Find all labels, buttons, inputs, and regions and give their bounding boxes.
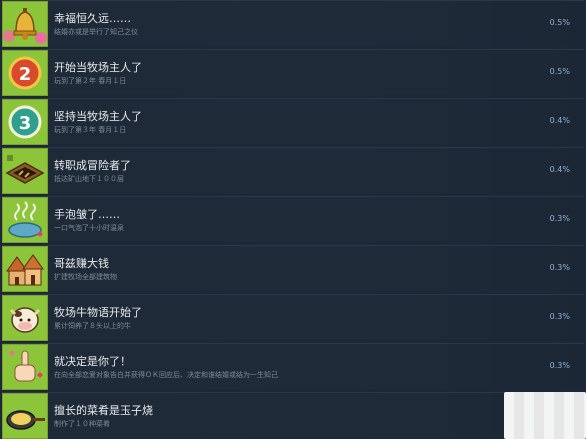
achievement-title: 幸福恒久远……: [54, 12, 131, 25]
achievement-description: 在向全部恋爱对象告白并获得ＯＫ回应后、决定和谁结婚或结为一生知己: [54, 371, 278, 379]
watermark-overlay: [504, 392, 586, 439]
achievement-unlock-percent: 0.3%: [549, 263, 570, 272]
achievement-title: 就决定是你了！: [54, 355, 131, 368]
bell-icon: [2, 1, 48, 47]
achievement-title: 哥兹赚大钱: [54, 257, 109, 270]
number-3-icon: 3: [2, 99, 48, 145]
achievement-row[interactable]: 擅长的菜肴是玉子烧 制作了１０种菜肴: [2, 392, 584, 439]
mine-ladder-icon: [2, 148, 48, 194]
achievement-description: 制作了１０种菜肴: [54, 420, 110, 428]
achievement-description: 累计饲养了８头以上的牛: [54, 322, 131, 330]
achievement-unlock-percent: 0.3%: [549, 214, 570, 223]
cow-icon: [2, 295, 48, 341]
achievement-unlock-percent: 0.3%: [549, 312, 570, 321]
achievement-unlock-percent: 0.3%: [549, 361, 570, 370]
achievement-title: 牧场牛物语开始了: [54, 306, 142, 319]
achievement-row[interactable]: 就决定是你了！ 在向全部恋爱对象告白并获得ＯＫ回应后、决定和谁结婚或结为一生知己…: [2, 343, 584, 390]
frying-pan-icon: [2, 393, 48, 439]
achievement-title: 开始当牧场主人了: [54, 61, 142, 74]
pointing-hand-icon: [2, 344, 48, 390]
achievement-row[interactable]: 幸福恒久远…… 结婚亦或是举行了知己之仪 0.5%: [2, 0, 584, 47]
achievement-description: 结婚亦或是举行了知己之仪: [54, 28, 138, 36]
achievement-title: 手泡皱了……: [54, 208, 120, 221]
achievement-description: 抵达矿山地下１００层: [54, 175, 124, 183]
achievement-row[interactable]: 3 坚持当牧场主人了 玩到了第３年 春月１日 0.4%: [2, 98, 584, 145]
svg-text:2: 2: [19, 64, 32, 85]
achievement-unlock-percent: 0.4%: [549, 116, 570, 125]
farm-buildings-icon: [2, 246, 48, 292]
svg-text:3: 3: [19, 113, 32, 134]
achievement-row[interactable]: 手泡皱了…… 一口气泡了十小时温泉 0.3%: [2, 196, 584, 243]
achievement-unlock-percent: 0.5%: [549, 67, 570, 76]
achievement-description: 玩到了第２年 春月１日: [54, 77, 127, 85]
achievement-row[interactable]: 牧场牛物语开始了 累计饲养了８头以上的牛 0.3%: [2, 294, 584, 341]
achievement-row[interactable]: 哥兹赚大钱 扩建牧场全部建筑物 0.3%: [2, 245, 584, 292]
achievement-unlock-percent: 0.5%: [549, 18, 570, 27]
achievement-title: 擅长的菜肴是玉子烧: [54, 404, 153, 417]
achievement-title: 转职成冒险者了: [54, 159, 131, 172]
achievement-list: 幸福恒久远…… 结婚亦或是举行了知己之仪 0.5% 2 开始当牧场主人了 玩到了…: [0, 0, 586, 439]
hot-spring-icon: [2, 197, 48, 243]
achievement-description: 一口气泡了十小时温泉: [54, 224, 124, 232]
achievement-row[interactable]: 2 开始当牧场主人了 玩到了第２年 春月１日 0.5%: [2, 49, 584, 96]
number-2-icon: 2: [2, 50, 48, 96]
achievement-title: 坚持当牧场主人了: [54, 110, 142, 123]
achievement-row[interactable]: 转职成冒险者了 抵达矿山地下１００层 0.4%: [2, 147, 584, 194]
achievement-description: 玩到了第３年 春月１日: [54, 126, 127, 134]
achievement-description: 扩建牧场全部建筑物: [54, 273, 117, 281]
achievement-unlock-percent: 0.4%: [549, 165, 570, 174]
